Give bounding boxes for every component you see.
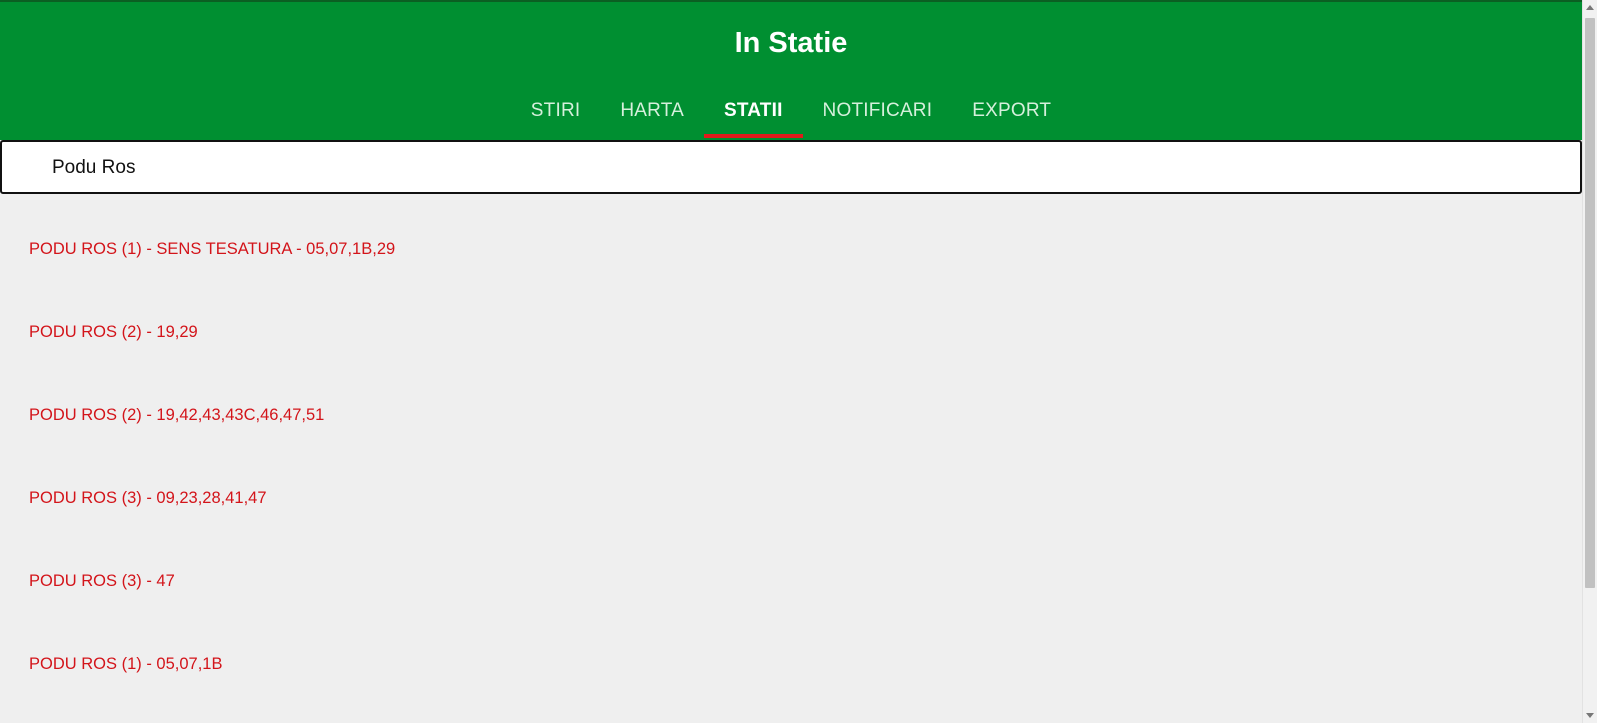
list-item[interactable]: PODU ROS (3) - 47 (0, 526, 1582, 609)
list-item[interactable]: PODU ROS (1) - 05,07,1B (0, 609, 1582, 692)
station-result-link[interactable]: PODU ROS (2) - 19,42,43,43C,46,47,51 (29, 404, 324, 426)
active-tab-indicator (704, 134, 803, 138)
tab-harta[interactable]: HARTA (600, 90, 704, 140)
list-item[interactable]: PODU ROS (1) - SENS TESATURA - 05,07,1B,… (0, 194, 1582, 277)
app-title: In Statie (734, 27, 848, 59)
tab-label: HARTA (620, 100, 684, 121)
station-result-link[interactable]: PODU ROS (1) - SENS TESATURA - 05,07,1B,… (29, 238, 395, 260)
tab-label: STIRI (530, 100, 581, 121)
app-header: In Statie STIRI HARTA STATII NOTIFICARI … (0, 0, 1582, 140)
tab-notificari[interactable]: NOTIFICARI (803, 90, 953, 140)
list-item[interactable]: PODU ROS (3) - 09,23,28,41,47 (0, 443, 1582, 526)
search-box (0, 140, 1582, 194)
station-result-link[interactable]: PODU ROS (3) - 47 (29, 570, 175, 592)
tab-export[interactable]: EXPORT (952, 90, 1071, 140)
vertical-scrollbar[interactable] (1582, 0, 1597, 723)
station-result-link[interactable]: PODU ROS (3) - 09,23,28,41,47 (29, 487, 267, 509)
scrollbar-thumb[interactable] (1585, 18, 1595, 588)
station-result-link[interactable]: PODU ROS (1) - 05,07,1B (29, 653, 222, 675)
tab-label: NOTIFICARI (822, 100, 933, 121)
tab-label: STATII (724, 100, 783, 121)
station-result-link[interactable]: PODU ROS (2) - 19,29 (29, 321, 198, 343)
list-item[interactable]: PODU ROS (2) - 19,42,43,43C,46,47,51 (0, 360, 1582, 443)
tab-label: EXPORT (972, 100, 1052, 121)
list-item[interactable]: PODU ROS (2) - 19,29 (0, 277, 1582, 360)
tab-stiri[interactable]: STIRI (511, 90, 601, 140)
scroll-up-arrow-icon[interactable] (1586, 5, 1594, 10)
app-viewport: In Statie STIRI HARTA STATII NOTIFICARI … (0, 0, 1597, 723)
tab-bar: STIRI HARTA STATII NOTIFICARI EXPORT (0, 90, 1582, 140)
station-search-input[interactable] (50, 152, 1554, 184)
scroll-down-arrow-icon[interactable] (1586, 713, 1594, 718)
station-results-list: PODU ROS (1) - SENS TESATURA - 05,07,1B,… (0, 194, 1582, 692)
tab-statii[interactable]: STATII (704, 90, 803, 140)
